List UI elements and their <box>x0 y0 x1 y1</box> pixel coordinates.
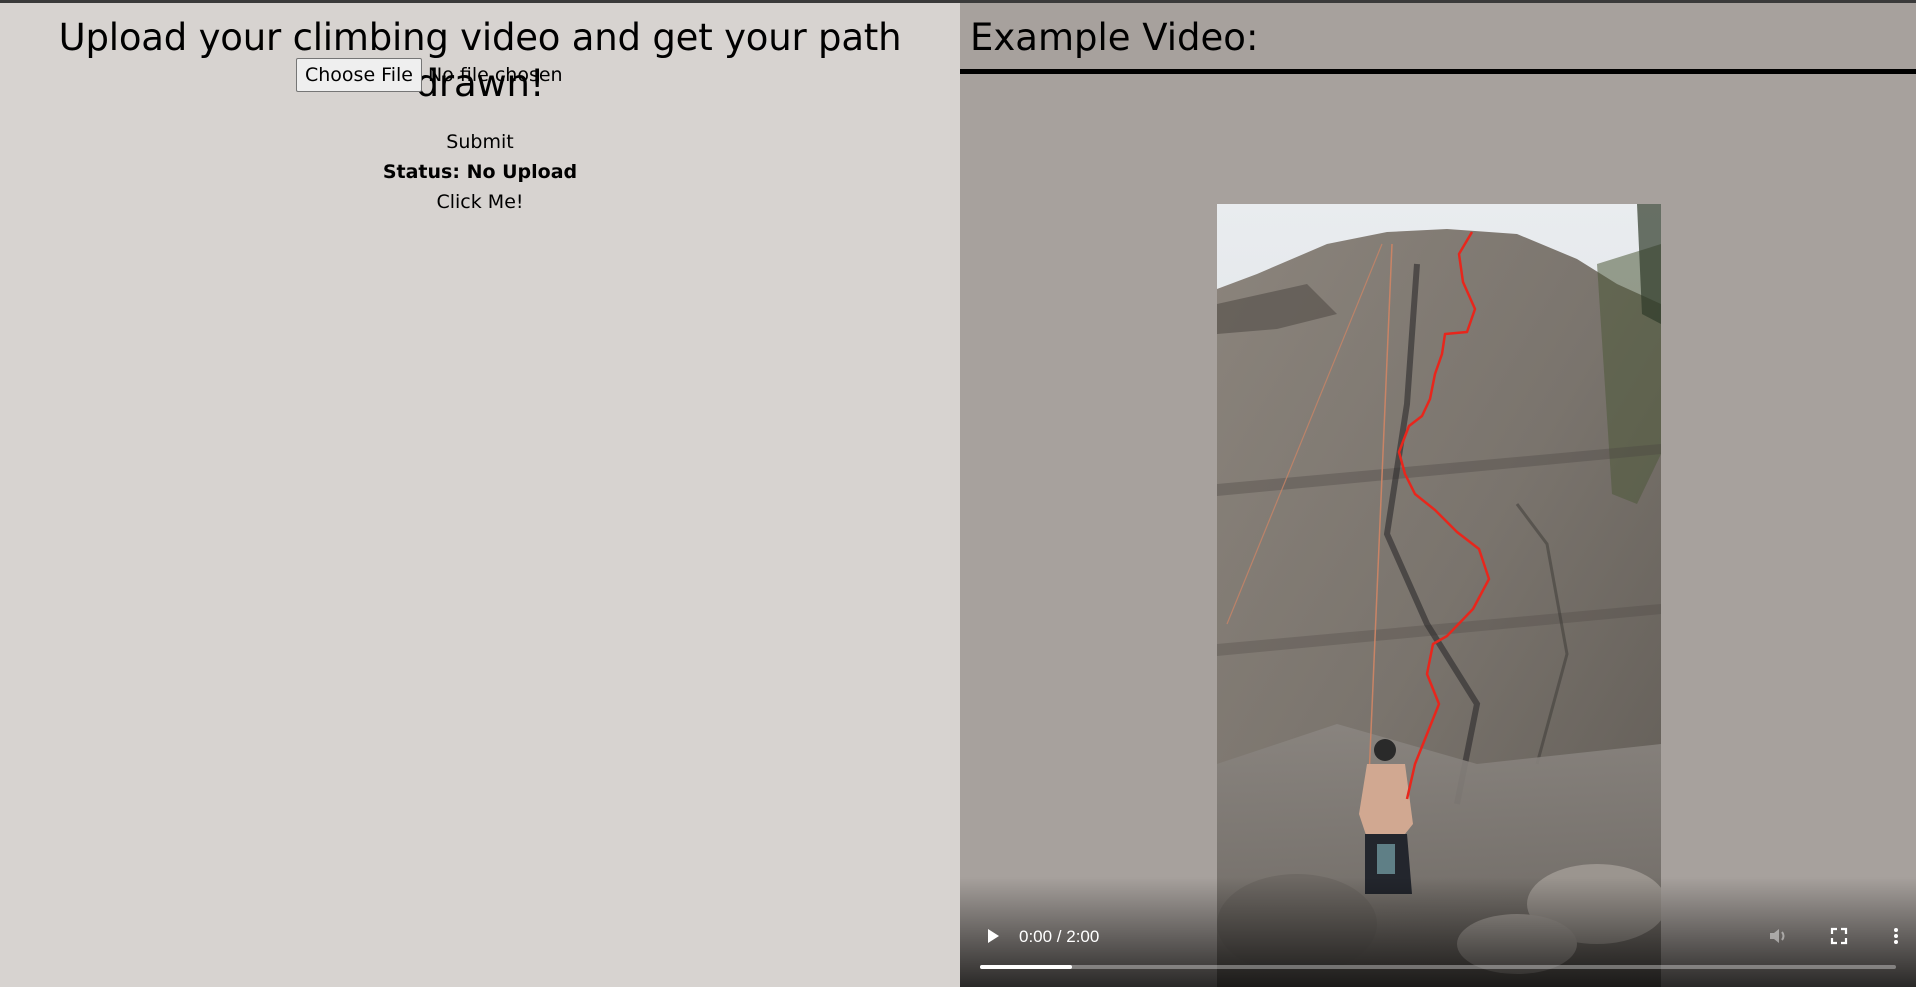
choose-file-button[interactable]: Choose File <box>296 58 422 92</box>
submit-button[interactable]: Submit <box>0 131 960 153</box>
progress-bar[interactable] <box>980 965 1896 969</box>
no-file-label: No file chosen <box>427 64 563 86</box>
upload-panel: Upload your climbing video and get your … <box>0 3 960 987</box>
video-frame <box>1217 204 1661 987</box>
file-input[interactable]: Choose File No file chosen <box>296 58 563 92</box>
example-panel: Example Video: 0:00 / 2:00 <box>960 3 1916 987</box>
click-me-button[interactable]: Click Me! <box>0 191 960 213</box>
submit-label[interactable]: Submit <box>446 131 513 153</box>
example-heading: Example Video: <box>970 16 1259 59</box>
progress-fill <box>980 965 1072 969</box>
more-options-icon[interactable] <box>1892 927 1900 949</box>
time-display: 0:00 / 2:00 <box>1019 927 1100 946</box>
volume-icon[interactable] <box>1768 927 1788 949</box>
click-me-label[interactable]: Click Me! <box>436 191 523 213</box>
status-text: Status: No Upload <box>382 161 578 183</box>
fullscreen-icon[interactable] <box>1830 927 1848 949</box>
example-video[interactable]: 0:00 / 2:00 <box>960 74 1916 987</box>
play-icon[interactable] <box>984 927 1002 949</box>
